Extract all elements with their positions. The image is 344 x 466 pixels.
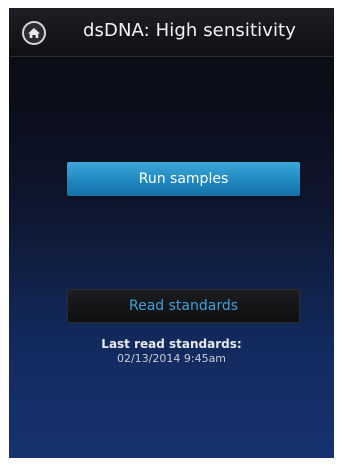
page-title: dsDNA: High sensitivity [83, 20, 296, 41]
header-bar: dsDNA: High sensitivity [9, 8, 334, 57]
read-standards-button[interactable]: Read standards [67, 289, 300, 323]
home-icon [26, 25, 42, 41]
home-button[interactable] [22, 21, 46, 45]
device-screen: dsDNA: High sensitivity Run samples Read… [9, 8, 334, 458]
last-read-standards-label: Last read standards: [101, 337, 242, 351]
run-samples-button[interactable]: Run samples [67, 162, 300, 196]
last-read-standards-timestamp: 02/13/2014 9:45am [116, 352, 227, 365]
